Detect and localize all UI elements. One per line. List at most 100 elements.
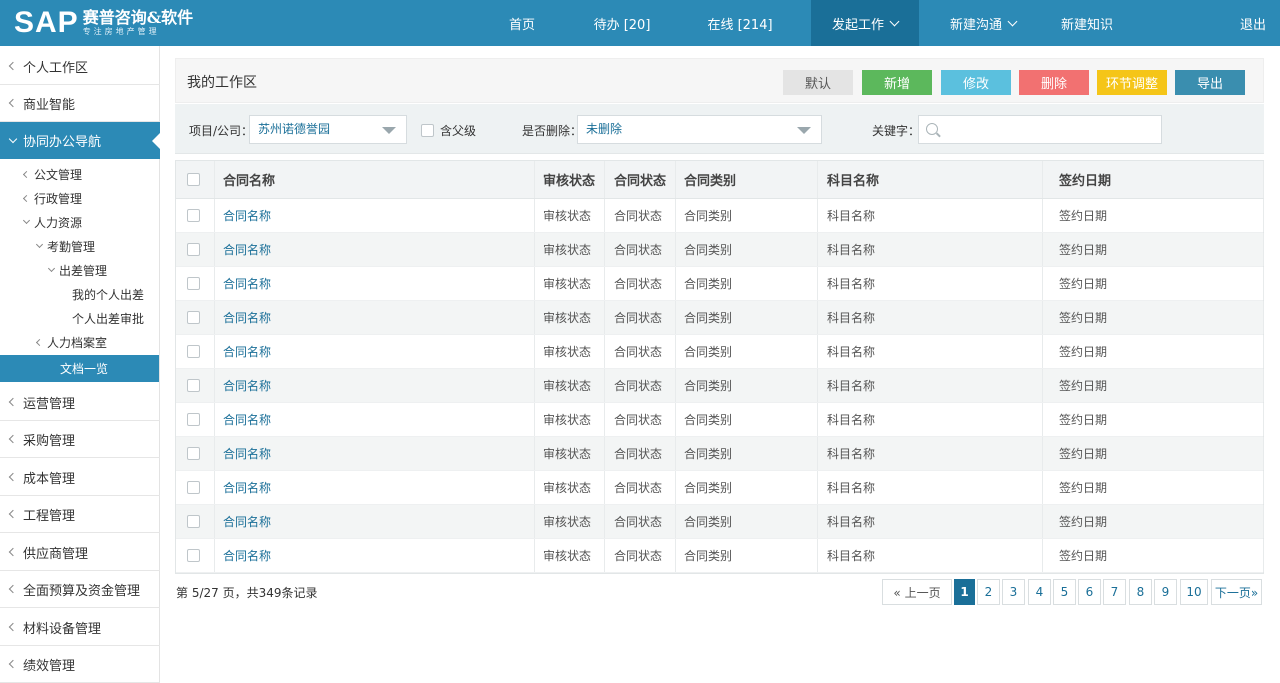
row-checkbox[interactable] (187, 447, 200, 460)
sidebar-item-cost[interactable]: 成本管理 (0, 459, 160, 496)
sidebar-item-procurement[interactable]: 采购管理 (0, 421, 160, 458)
row-contract-name[interactable]: 合同名称 (223, 369, 271, 402)
sidebar-sub-hr[interactable]: 人力资源 (0, 210, 159, 234)
select-all-checkbox-cell[interactable] (187, 161, 200, 198)
row-checkbox-cell[interactable] (187, 471, 200, 504)
col-contract-category[interactable]: 合同类别 (684, 161, 736, 198)
row-checkbox[interactable] (187, 209, 200, 222)
next-page-button[interactable]: 下一页» (1211, 579, 1262, 605)
col-review-status[interactable]: 审核状态 (543, 161, 595, 198)
keyword-search-box[interactable] (918, 115, 1162, 144)
sidebar-item-engineering[interactable]: 工程管理 (0, 496, 160, 533)
project-select[interactable]: 苏州诺德誉园 (249, 115, 407, 144)
page-number-button[interactable]: 9 (1154, 579, 1177, 605)
sidebar-sub-trip-approval[interactable]: 个人出差审批 (0, 306, 159, 330)
table-row[interactable]: 合同名称 审核状态 合同状态 合同类别 科目名称 签约日期 (176, 301, 1264, 335)
table-row[interactable]: 合同名称 审核状态 合同状态 合同类别 科目名称 签约日期 (176, 267, 1264, 301)
sidebar-sub-admin-management[interactable]: 行政管理 (0, 186, 159, 210)
add-button[interactable]: 新增 (862, 70, 932, 95)
row-contract-name[interactable]: 合同名称 (223, 505, 271, 538)
row-checkbox[interactable] (187, 243, 200, 256)
nav-online[interactable]: 在线 [214] (697, 0, 783, 46)
table-row[interactable]: 合同名称 审核状态 合同状态 合同类别 科目名称 签约日期 (176, 539, 1264, 573)
sap-logo[interactable]: SAP 赛普咨询&软件 专注房地产管理 (14, 6, 193, 40)
row-checkbox[interactable] (187, 345, 200, 358)
include-parent-checkbox-wrap[interactable]: 含父级 (421, 122, 476, 139)
row-contract-name[interactable]: 合同名称 (223, 301, 271, 334)
sidebar-item-operations[interactable]: 运营管理 (0, 384, 160, 421)
row-checkbox-cell[interactable] (187, 301, 200, 334)
include-parent-checkbox[interactable] (421, 124, 434, 137)
row-checkbox[interactable] (187, 515, 200, 528)
export-button[interactable]: 导出 (1175, 70, 1245, 95)
sidebar-sub-hr-archive[interactable]: 人力档案室 (0, 330, 159, 354)
row-contract-name[interactable]: 合同名称 (223, 335, 271, 368)
sidebar-item-personal-workspace[interactable]: 个人工作区 (0, 48, 160, 85)
sidebar-item-business-intelligence[interactable]: 商业智能 (0, 85, 160, 122)
table-row[interactable]: 合同名称 审核状态 合同状态 合同类别 科目名称 签约日期 (176, 403, 1264, 437)
table-row[interactable]: 合同名称 审核状态 合同状态 合同类别 科目名称 签约日期 (176, 199, 1264, 233)
prev-page-button[interactable]: « 上一页 (882, 579, 952, 605)
row-contract-name[interactable]: 合同名称 (223, 233, 271, 266)
page-number-button[interactable]: 7 (1103, 579, 1126, 605)
row-contract-name[interactable]: 合同名称 (223, 199, 271, 232)
nav-new-knowledge[interactable]: 新建知识 (1050, 0, 1124, 46)
row-checkbox-cell[interactable] (187, 437, 200, 470)
nav-todo[interactable]: 待办 [20] (585, 0, 659, 46)
row-checkbox[interactable] (187, 277, 200, 290)
table-row[interactable]: 合同名称 审核状态 合同状态 合同类别 科目名称 签约日期 (176, 335, 1264, 369)
sidebar-sub-attendance[interactable]: 考勤管理 (0, 234, 159, 258)
row-checkbox[interactable] (187, 311, 200, 324)
delete-button[interactable]: 删除 (1019, 70, 1089, 95)
row-checkbox-cell[interactable] (187, 539, 200, 572)
sidebar-sub-business-trip[interactable]: 出差管理 (0, 258, 159, 282)
table-row[interactable]: 合同名称 审核状态 合同状态 合同类别 科目名称 签约日期 (176, 471, 1264, 505)
table-row[interactable]: 合同名称 审核状态 合同状态 合同类别 科目名称 签约日期 (176, 369, 1264, 403)
row-checkbox-cell[interactable] (187, 233, 200, 266)
row-checkbox-cell[interactable] (187, 335, 200, 368)
col-sign-date[interactable]: 签约日期 (1059, 161, 1111, 198)
nav-home[interactable]: 首页 (494, 0, 550, 46)
page-number-button[interactable]: 6 (1078, 579, 1101, 605)
select-all-checkbox[interactable] (187, 173, 200, 186)
table-row[interactable]: 合同名称 审核状态 合同状态 合同类别 科目名称 签约日期 (176, 437, 1264, 471)
row-checkbox-cell[interactable] (187, 369, 200, 402)
sidebar-item-performance[interactable]: 绩效管理 (0, 646, 160, 683)
col-contract-status[interactable]: 合同状态 (614, 161, 666, 198)
table-row[interactable]: 合同名称 审核状态 合同状态 合同类别 科目名称 签约日期 (176, 505, 1264, 539)
nav-start-work[interactable]: 发起工作 (811, 0, 919, 46)
row-checkbox[interactable] (187, 379, 200, 392)
row-checkbox-cell[interactable] (187, 505, 200, 538)
sidebar-item-supplier[interactable]: 供应商管理 (0, 534, 160, 571)
adjust-step-button[interactable]: 环节调整 (1097, 70, 1167, 95)
row-contract-name[interactable]: 合同名称 (223, 471, 271, 504)
page-number-button[interactable]: 5 (1053, 579, 1076, 605)
sidebar-sub-document-management[interactable]: 公文管理 (0, 162, 159, 186)
sidebar-item-materials[interactable]: 材料设备管理 (0, 609, 160, 646)
row-contract-name[interactable]: 合同名称 (223, 539, 271, 572)
row-contract-name[interactable]: 合同名称 (223, 267, 271, 300)
page-number-button[interactable]: 1 (954, 579, 975, 605)
sidebar-sub-my-trips[interactable]: 我的个人出差 (0, 282, 159, 306)
row-contract-name[interactable]: 合同名称 (223, 403, 271, 436)
row-checkbox-cell[interactable] (187, 403, 200, 436)
row-checkbox[interactable] (187, 481, 200, 494)
page-number-button[interactable]: 3 (1002, 579, 1025, 605)
sidebar-sub-documents-list[interactable]: 文档一览 (0, 355, 159, 382)
col-subject-name[interactable]: 科目名称 (827, 161, 879, 198)
keyword-input[interactable] (947, 121, 1147, 139)
nav-logout[interactable]: 退出 (1232, 0, 1274, 46)
sidebar-item-collaboration[interactable]: 协同办公导航 (0, 122, 160, 159)
page-number-button[interactable]: 10 (1180, 579, 1208, 605)
edit-button[interactable]: 修改 (941, 70, 1011, 95)
default-button[interactable]: 默认 (783, 70, 853, 95)
page-number-button[interactable]: 2 (977, 579, 1000, 605)
row-checkbox[interactable] (187, 549, 200, 562)
row-checkbox[interactable] (187, 413, 200, 426)
nav-new-communication[interactable]: 新建沟通 (937, 0, 1029, 46)
row-checkbox-cell[interactable] (187, 267, 200, 300)
col-contract-name[interactable]: 合同名称 (223, 161, 275, 198)
page-number-button[interactable]: 4 (1028, 579, 1051, 605)
deleted-select[interactable]: 未删除 (577, 115, 822, 144)
table-row[interactable]: 合同名称 审核状态 合同状态 合同类别 科目名称 签约日期 (176, 233, 1264, 267)
